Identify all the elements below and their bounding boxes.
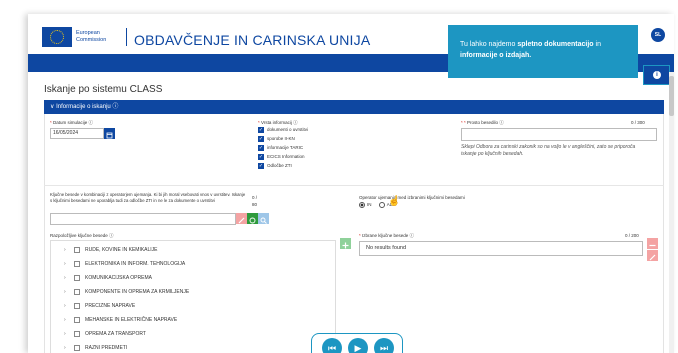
brand-line2: Commission <box>76 36 107 43</box>
chevron-right-icon: › <box>64 289 66 295</box>
chevron-right-icon: › <box>64 303 66 309</box>
section-header[interactable]: ∨ Informacije o iskanju ⓘ <box>44 100 664 114</box>
search-icon <box>260 217 267 224</box>
play-button[interactable]: ▶ <box>348 338 368 353</box>
eraser-icon <box>238 217 245 224</box>
checkbox-checked-icon: ✓ <box>258 154 264 160</box>
plus-icon <box>342 242 349 249</box>
selected-count: 0 / 200 <box>625 233 639 238</box>
chevron-right-icon: › <box>64 261 66 267</box>
previous-button[interactable]: ⏮ <box>322 338 342 353</box>
tooltip-bold1: spletno dokumentacijo <box>517 41 594 48</box>
type-checkbox-5[interactable]: ✓ Odločbe ZTI <box>258 163 292 169</box>
hand-cursor-icon: ☝ <box>388 196 401 207</box>
type-checkbox-3[interactable]: ✓ informacije TARIC <box>258 145 303 151</box>
refresh-button[interactable] <box>247 213 258 224</box>
tree-item[interactable]: › OPREMA ZA TRANSPORT <box>64 328 146 340</box>
checkbox <box>74 288 80 295</box>
tree-item[interactable]: › KOMUNIKACIJSKA OPREMA <box>64 272 152 284</box>
tree-item[interactable]: › KOMPONENTE IN OPREMA ZA KRMILJENJE <box>64 286 189 298</box>
types-label: * Vrsta informacij ⓘ <box>258 120 298 125</box>
free-text-input[interactable] <box>461 128 657 141</box>
tree-item[interactable]: › RAZNI PREDMETI <box>64 342 127 353</box>
free-text-count: 0 / 300 <box>631 120 645 125</box>
radio-ali[interactable] <box>378 202 385 208</box>
tooltip-bold2: informacije o izdajah. <box>460 52 532 59</box>
type-checkbox-1[interactable]: ✓ dokumenti o uvrstitvi <box>258 127 308 133</box>
available-keywords-label: Razpoložljive ključne besede ⓘ <box>50 233 114 238</box>
keywords-count-top: 0 / <box>252 195 258 200</box>
playback-controls: ⏮ ▶ ⏭ <box>311 333 403 353</box>
page-title: Iskanje po sistemu CLASS <box>44 84 163 95</box>
operator-label: Operator ujemanja med izbranimi ključnim… <box>359 195 465 200</box>
header-separator <box>126 28 127 46</box>
checkbox <box>74 302 80 309</box>
clear-selected-button[interactable] <box>647 250 658 261</box>
chevron-right-icon: › <box>64 275 66 281</box>
eraser-icon <box>649 254 656 261</box>
checkbox <box>74 260 80 267</box>
tree-item[interactable]: › RUDE, KOVINE IN KEMIKALIJE <box>64 244 158 256</box>
calendar-icon <box>106 132 113 139</box>
keywords-count-bottom: 80 <box>252 202 258 207</box>
info-icon: i <box>653 71 661 79</box>
chevron-right-icon: › <box>64 247 66 253</box>
chevron-right-icon: › <box>64 331 66 337</box>
tree-item[interactable]: › MEHANSKE IN ELEKTRIČNE NAPRAVE <box>64 314 177 326</box>
checkbox <box>74 274 80 281</box>
scrollbar-thumb[interactable] <box>669 76 674 116</box>
tooltip-text1: Tu lahko najdemo <box>460 41 518 48</box>
add-keyword-button[interactable] <box>340 238 351 249</box>
language-button[interactable]: SL <box>651 28 665 42</box>
keyword-input[interactable] <box>50 213 236 225</box>
checkbox <box>74 316 80 323</box>
checkbox-checked-icon: ✓ <box>258 136 264 142</box>
section-title: Informacije o iskanju ⓘ <box>56 104 119 110</box>
help-tooltip: Tu lahko najdemo spletno dokumentacijo i… <box>448 25 638 78</box>
checkbox-checked-icon: ✓ <box>258 127 264 133</box>
checkbox <box>74 246 80 253</box>
checkbox <box>74 344 80 351</box>
free-text-label: * * Prosto besedilo ⓘ <box>461 120 504 125</box>
divider <box>44 185 664 186</box>
chevron-right-icon: › <box>64 317 66 323</box>
type-checkbox-2[interactable]: ✓ sporobe II-KN <box>258 136 295 142</box>
refresh-icon <box>249 217 256 224</box>
next-button[interactable]: ⏭ <box>374 338 394 353</box>
date-input[interactable]: 16/05/2024 <box>50 128 104 139</box>
clear-keyword-button[interactable] <box>236 213 247 224</box>
checkbox-checked-icon: ✓ <box>258 163 264 169</box>
keywords-label: Ključne besede v kombinaciji z operatorj… <box>50 192 246 203</box>
app-window: European Commission OBDAVČENJE IN CARINS… <box>28 14 674 353</box>
tooltip-text2: in <box>593 41 601 48</box>
checkbox-checked-icon: ✓ <box>258 145 264 151</box>
search-button[interactable] <box>258 213 269 224</box>
remove-keyword-button[interactable] <box>647 238 658 249</box>
type-checkbox-4[interactable]: ✓ ECICS Information <box>258 154 305 160</box>
free-text-note: Sklepi Odbora za carinski zakonik so na … <box>461 144 636 157</box>
selected-keywords-box: No results found <box>359 241 643 256</box>
checkbox <box>74 330 80 337</box>
info-button[interactable]: i <box>643 65 670 85</box>
date-label: * Datum simulacije ⓘ <box>50 120 94 125</box>
ec-brand-text: European Commission <box>76 30 106 43</box>
radio-in[interactable] <box>359 202 365 208</box>
tree-item[interactable]: › ELEKTRONIKA IN INFORM. TEHNOLOGIJA <box>64 258 185 270</box>
app-title: OBDAVČENJE IN CARINSKA UNIJA <box>134 32 371 48</box>
tree-item[interactable]: › PRECIZNE NAPRAVE <box>64 300 135 312</box>
calendar-button[interactable] <box>104 128 115 139</box>
ec-flag-logo <box>42 27 72 47</box>
chevron-right-icon: › <box>64 345 66 351</box>
selected-keywords-label: * Izbrane ključne besede ⓘ <box>359 233 415 238</box>
